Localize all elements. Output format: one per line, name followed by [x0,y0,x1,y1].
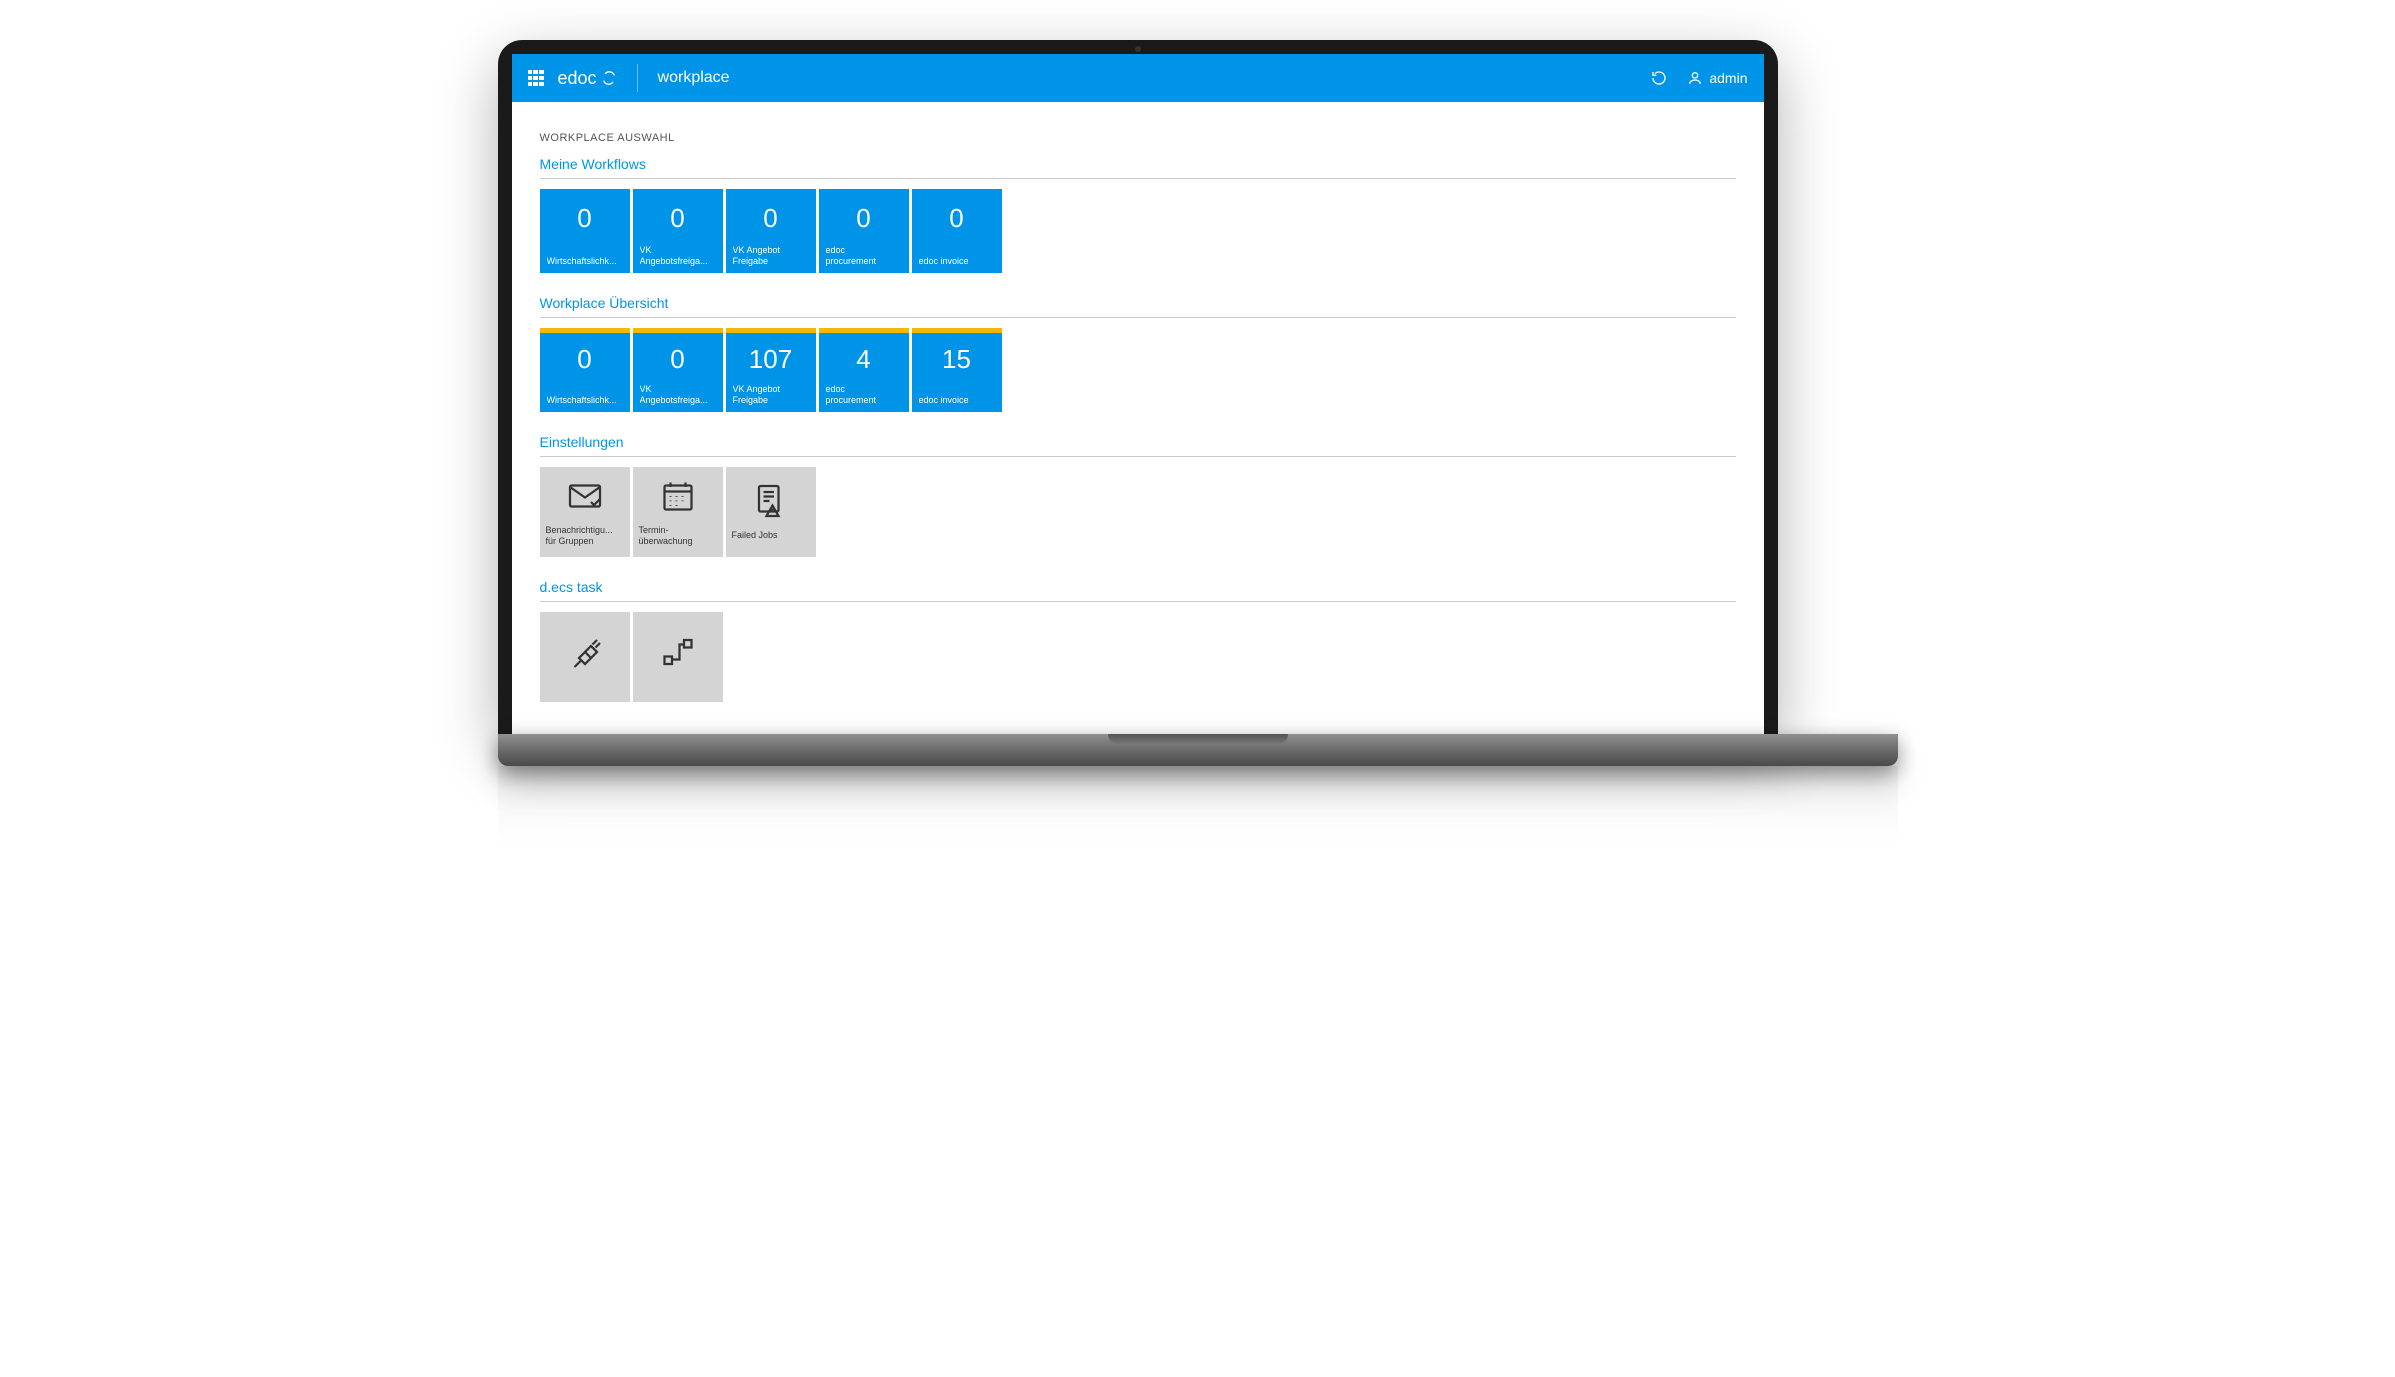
laptop-frame: edoc workplace [498,40,1778,734]
section-workflows: Meine Workflows 0 Wirtschaftslichk... 0 … [540,156,1736,273]
tile-count: 0 [726,189,816,247]
tile-count: 0 [540,333,630,386]
overview-tile-wirtschaft[interactable]: 0 Wirtschaftslichk... [540,328,630,412]
failed-jobs-icon [753,483,789,524]
decs-tile-plug[interactable] [540,612,630,702]
header-right: admin [1651,70,1747,86]
app-header: edoc workplace [512,54,1764,102]
tile-label: edoc invoice [919,256,995,267]
laptop-notch [1108,734,1288,744]
workflows-tile-row: 0 Wirtschaftslichk... 0 VK Angebotsfreig… [540,189,1736,273]
tile-count: 0 [819,189,909,247]
section-title-overview: Workplace Übersicht [540,295,1736,318]
section-settings: Einstellungen Benachrichtigu... für Grup… [540,434,1736,557]
tile-label: VK Angebotsfreiga... SAP [640,384,716,406]
tile-count: 15 [912,333,1002,386]
settings-tile-termin[interactable]: Termin- überwachung [633,467,723,557]
tile-count: 0 [633,333,723,386]
section-decs-task: d.ecs task [540,579,1736,702]
tile-label: Wirtschaftslichk... [547,256,623,267]
camera-dot [1135,46,1141,52]
tile-count: 0 [633,189,723,247]
page-title: WORKPLACE AUSWAHL [540,132,1736,144]
apps-grid-icon[interactable] [528,70,544,86]
header-divider [637,64,638,92]
tile-label: edoc invoice [919,395,995,406]
header-left: edoc workplace [528,64,730,92]
overview-tile-vk-angebotsfreigabe-sap[interactable]: 0 VK Angebotsfreiga... SAP [633,328,723,412]
tile-count: 4 [819,333,909,386]
app-name: workplace [658,69,730,87]
brand-logo[interactable]: edoc [558,68,617,89]
overview-tile-vk-angebot-freigabe[interactable]: 107 VK Angebot Freigabe [726,328,816,412]
settings-tile-row: Benachrichtigu... für Gruppen [540,467,1736,557]
user-icon [1687,70,1703,86]
workflow-tile-vk-angebotsfreigabe-sap[interactable]: 0 VK Angebotsfreiga... SAP [633,189,723,273]
tile-label: Termin- überwachung [639,525,717,547]
settings-tile-notifications[interactable]: Benachrichtigu... für Gruppen [540,467,630,557]
tile-label: VK Angebotsfreiga... SAP [640,245,716,267]
user-label: admin [1709,70,1747,86]
tile-label: VK Angebot Freigabe [733,384,809,406]
tile-label: VK Angebot Freigabe [733,245,809,267]
workflow-tile-edoc-invoice[interactable]: 0 edoc invoice [912,189,1002,273]
section-overview: Workplace Übersicht 0 Wirtschaftslichk..… [540,295,1736,412]
section-title-decs: d.ecs task [540,579,1736,602]
mail-check-icon [567,478,603,519]
nodes-icon [660,634,696,675]
tile-label: Wirtschaftslichk... [547,395,623,406]
tile-count: 0 [540,189,630,247]
tile-label: edoc procurement [826,245,902,267]
brand-cycle-icon [601,70,617,86]
tile-label: edoc procurement [826,384,902,406]
decs-tile-nodes[interactable] [633,612,723,702]
laptop-reflection [498,766,1898,846]
section-title-workflows: Meine Workflows [540,156,1736,179]
tile-count: 107 [726,333,816,386]
workflow-tile-vk-angebot-freigabe[interactable]: 0 VK Angebot Freigabe [726,189,816,273]
settings-tile-failed-jobs[interactable]: Failed Jobs [726,467,816,557]
content-area: WORKPLACE AUSWAHL Meine Workflows 0 Wirt… [512,102,1764,734]
section-title-settings: Einstellungen [540,434,1736,457]
refresh-icon[interactable] [1651,70,1667,86]
plug-icon [567,634,603,675]
user-menu[interactable]: admin [1687,70,1747,86]
tile-count: 0 [912,189,1002,247]
tile-label: Benachrichtigu... für Gruppen [546,525,624,547]
screen: edoc workplace [512,54,1764,734]
workflow-tile-edoc-procurement[interactable]: 0 edoc procurement [819,189,909,273]
brand-text: edoc [558,68,597,89]
workflow-tile-wirtschaft[interactable]: 0 Wirtschaftslichk... [540,189,630,273]
calendar-icon [660,478,696,519]
tile-label: Failed Jobs [732,530,810,541]
overview-tile-row: 0 Wirtschaftslichk... 0 VK Angebotsfreig… [540,328,1736,412]
overview-tile-edoc-invoice[interactable]: 15 edoc invoice [912,328,1002,412]
overview-tile-edoc-procurement[interactable]: 4 edoc procurement [819,328,909,412]
decs-tile-row [540,612,1736,702]
laptop-base [498,734,1898,766]
